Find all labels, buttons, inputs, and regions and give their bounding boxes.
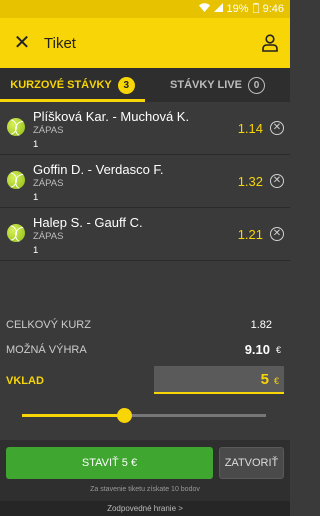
match-name: Halep S. - Gauff C. — [33, 215, 143, 230]
match-name: Goffin D. - Verdasco F. — [33, 162, 164, 177]
status-bar: 19% 9:46 — [0, 0, 290, 18]
total-odds-row: CELKOVÝ KURZ 1.82 — [0, 314, 290, 336]
total-odds-value: 1.82 — [250, 319, 272, 331]
pick-label: 1 — [33, 245, 39, 256]
match-name: Plíšková Kar. - Muchová K. — [33, 109, 190, 124]
remove-bet-icon[interactable]: ✕ — [270, 227, 284, 241]
tab-count-badge: 0 — [247, 76, 265, 94]
page-title: Tiket — [44, 34, 76, 52]
odd-value: 1.14 — [237, 121, 263, 136]
remove-bet-icon[interactable]: ✕ — [270, 121, 284, 135]
tab-count-badge: 3 — [117, 76, 135, 94]
market-label: ZÁPAS — [33, 125, 64, 136]
battery-icon — [252, 2, 260, 16]
market-label: ZÁPAS — [33, 231, 64, 242]
tennis-ball-icon — [7, 171, 25, 189]
tab-bar: KURZOVÉ STÁVKY 3 STÁVKY LIVE 0 — [0, 68, 290, 102]
possible-win-row: MOŽNÁ VÝHRA 9.10 € — [0, 339, 290, 361]
bet-item: Plíšková Kar. - Muchová K. ZÁPAS 1 1.14 … — [0, 102, 290, 155]
remove-bet-icon[interactable]: ✕ — [270, 174, 284, 188]
currency-label: € — [275, 345, 281, 355]
pick-label: 1 — [33, 192, 39, 203]
pick-label: 1 — [33, 139, 39, 150]
clock: 9:46 — [262, 3, 284, 15]
bet-list: Plíšková Kar. - Muchová K. ZÁPAS 1 1.14 … — [0, 102, 290, 261]
stake-slider[interactable] — [22, 406, 270, 426]
stake-input[interactable]: 5 € — [154, 366, 284, 394]
possible-win-value: 9.10 — [244, 342, 270, 357]
tab-kurzove-stavky[interactable]: KURZOVÉ STÁVKY 3 — [0, 68, 145, 102]
responsible-gaming-link[interactable]: Zodpovedné hranie > — [0, 501, 290, 516]
market-label: ZÁPAS — [33, 178, 64, 189]
tennis-ball-icon — [7, 118, 25, 136]
possible-win-label: MOŽNÁ VÝHRA — [6, 344, 87, 356]
signal-icon — [213, 3, 223, 15]
slider-fill — [22, 414, 120, 417]
total-odds-label: CELKOVÝ KURZ — [6, 319, 91, 331]
odd-value: 1.32 — [237, 174, 263, 189]
slider-thumb[interactable] — [116, 408, 132, 423]
user-icon[interactable] — [250, 34, 290, 52]
tennis-ball-icon — [7, 224, 25, 242]
app-bar: ✕ Tiket — [0, 18, 290, 68]
stake-value: 5 — [260, 371, 269, 388]
place-bet-button[interactable]: STAVIŤ 5 € — [6, 447, 213, 479]
stake-label: VKLAD — [6, 375, 44, 387]
close-button[interactable]: ZATVORIŤ — [219, 447, 284, 479]
odd-value: 1.21 — [237, 227, 263, 242]
wifi-icon — [198, 3, 210, 15]
tab-label: KURZOVÉ STÁVKY — [10, 79, 112, 91]
stake-currency: € — [273, 376, 279, 386]
close-icon[interactable]: ✕ — [0, 18, 44, 68]
battery-percent: 19% — [226, 3, 249, 15]
points-note: Za stavenie tiketu získate 10 bodov — [90, 486, 200, 493]
bet-item: Goffin D. - Verdasco F. ZÁPAS 1 1.32 ✕ — [0, 155, 290, 208]
tab-label: STÁVKY LIVE — [170, 79, 242, 91]
bet-item: Halep S. - Gauff C. ZÁPAS 1 1.21 ✕ — [0, 208, 290, 261]
tab-stavky-live[interactable]: STÁVKY LIVE 0 — [145, 68, 290, 102]
